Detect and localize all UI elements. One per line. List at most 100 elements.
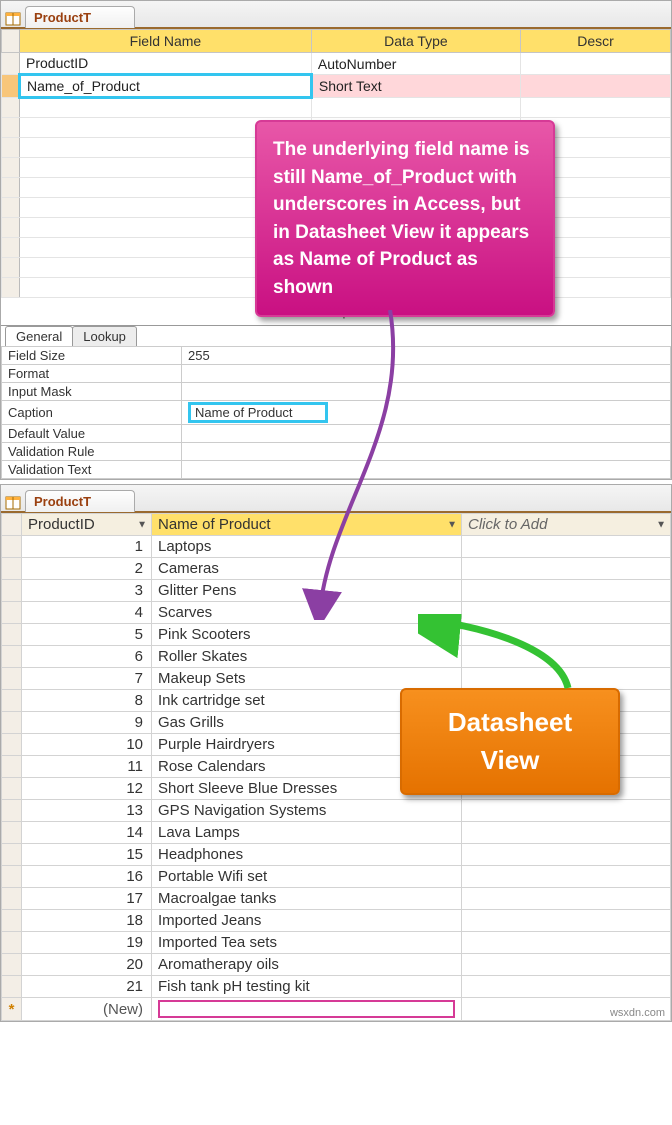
- datasheet-row-selector[interactable]: [2, 778, 22, 800]
- dropdown-icon[interactable]: ▼: [137, 519, 147, 530]
- design-data-type-cell[interactable]: AutoNumber: [311, 53, 520, 75]
- datasheet-id-cell[interactable]: 1: [22, 536, 152, 558]
- col-field-name[interactable]: Field Name: [20, 30, 312, 53]
- datasheet-id-cell[interactable]: 3: [22, 580, 152, 602]
- datasheet-name-cell[interactable]: Pink Scooters: [152, 624, 462, 646]
- datasheet-name-cell[interactable]: Roller Skates: [152, 646, 462, 668]
- design-empty-cell[interactable]: [311, 98, 520, 118]
- datasheet-empty-cell[interactable]: [462, 866, 671, 888]
- prop-value[interactable]: [182, 425, 671, 443]
- datasheet-empty-cell[interactable]: [462, 602, 671, 624]
- datasheet-row-selector[interactable]: [2, 866, 22, 888]
- datasheet-empty-cell[interactable]: [462, 580, 671, 602]
- col-productid[interactable]: ProductID ▼: [22, 514, 152, 536]
- design-row-selector[interactable]: [2, 138, 20, 158]
- new-row-id[interactable]: (New): [22, 998, 152, 1021]
- datasheet-empty-cell[interactable]: [462, 800, 671, 822]
- datasheet-id-cell[interactable]: 15: [22, 844, 152, 866]
- datasheet-row-selector[interactable]: [2, 734, 22, 756]
- dropdown-icon[interactable]: ▼: [656, 519, 666, 530]
- datasheet-empty-cell[interactable]: [462, 976, 671, 998]
- datasheet-id-cell[interactable]: 18: [22, 910, 152, 932]
- design-desc-cell[interactable]: [521, 53, 671, 75]
- datasheet-name-cell[interactable]: Imported Tea sets: [152, 932, 462, 954]
- datasheet-id-cell[interactable]: 13: [22, 800, 152, 822]
- datasheet-row-selector[interactable]: [2, 646, 22, 668]
- col-click-to-add[interactable]: Click to Add ▼: [462, 514, 671, 536]
- prop-value[interactable]: [182, 461, 671, 479]
- datasheet-id-cell[interactable]: 7: [22, 668, 152, 690]
- props-grid[interactable]: Field Size255FormatInput MaskCaptionName…: [1, 346, 671, 479]
- datasheet-id-cell[interactable]: 8: [22, 690, 152, 712]
- design-row-selector[interactable]: [2, 278, 20, 298]
- datasheet-row-selector[interactable]: [2, 536, 22, 558]
- datasheet-id-cell[interactable]: 2: [22, 558, 152, 580]
- datasheet-empty-cell[interactable]: [462, 646, 671, 668]
- new-row-name[interactable]: [152, 998, 462, 1021]
- datasheet-name-cell[interactable]: Cameras: [152, 558, 462, 580]
- tab-productt[interactable]: ProductT: [25, 6, 135, 28]
- dropdown-icon[interactable]: ▼: [447, 519, 457, 530]
- datasheet-id-cell[interactable]: 11: [22, 756, 152, 778]
- datasheet-empty-cell[interactable]: [462, 624, 671, 646]
- datasheet-empty-cell[interactable]: [462, 932, 671, 954]
- datasheet-row-selector[interactable]: [2, 756, 22, 778]
- datasheet-row-selector[interactable]: [2, 822, 22, 844]
- datasheet-row-selector[interactable]: [2, 712, 22, 734]
- datasheet-name-cell[interactable]: Portable Wifi set: [152, 866, 462, 888]
- datasheet-name-cell[interactable]: Imported Jeans: [152, 910, 462, 932]
- datasheet-name-cell[interactable]: Headphones: [152, 844, 462, 866]
- datasheet-row-selector[interactable]: [2, 690, 22, 712]
- datasheet-row-selector[interactable]: [2, 976, 22, 998]
- prop-value[interactable]: [182, 365, 671, 383]
- datasheet-id-cell[interactable]: 4: [22, 602, 152, 624]
- datasheet-id-cell[interactable]: 20: [22, 954, 152, 976]
- design-row-selector[interactable]: [2, 258, 20, 278]
- tab-productt-datasheet[interactable]: ProductT: [25, 490, 135, 512]
- design-row-selector[interactable]: [2, 98, 20, 118]
- datasheet-empty-cell[interactable]: [462, 668, 671, 690]
- datasheet-row-selector[interactable]: [2, 954, 22, 976]
- datasheet-name-cell[interactable]: Aromatherapy oils: [152, 954, 462, 976]
- datasheet-row-selector[interactable]: [2, 800, 22, 822]
- design-data-type-cell[interactable]: Short Text: [311, 75, 520, 98]
- datasheet-empty-cell[interactable]: [462, 536, 671, 558]
- col-data-type[interactable]: Data Type: [311, 30, 520, 53]
- datasheet-id-cell[interactable]: 19: [22, 932, 152, 954]
- design-row-selector[interactable]: [2, 178, 20, 198]
- design-row-selector[interactable]: [2, 158, 20, 178]
- datasheet-empty-cell[interactable]: [462, 844, 671, 866]
- design-row-selector[interactable]: [2, 75, 20, 98]
- datasheet-name-cell[interactable]: Lava Lamps: [152, 822, 462, 844]
- datasheet-id-cell[interactable]: 16: [22, 866, 152, 888]
- datasheet-name-cell[interactable]: Glitter Pens: [152, 580, 462, 602]
- datasheet-empty-cell[interactable]: [462, 954, 671, 976]
- datasheet-name-cell[interactable]: GPS Navigation Systems: [152, 800, 462, 822]
- props-tab-lookup[interactable]: Lookup: [72, 326, 137, 346]
- datasheet-row-selector[interactable]: [2, 910, 22, 932]
- datasheet-name-cell[interactable]: Scarves: [152, 602, 462, 624]
- datasheet-name-cell[interactable]: Macroalgae tanks: [152, 888, 462, 910]
- datasheet-empty-cell[interactable]: [462, 822, 671, 844]
- datasheet-empty-cell[interactable]: [462, 558, 671, 580]
- datasheet-row-selector[interactable]: [2, 932, 22, 954]
- datasheet-id-cell[interactable]: 17: [22, 888, 152, 910]
- datasheet-id-cell[interactable]: 10: [22, 734, 152, 756]
- caption-value-highlight[interactable]: Name of Product: [188, 402, 328, 423]
- datasheet-row-selector[interactable]: [2, 558, 22, 580]
- datasheet-row-selector[interactable]: [2, 668, 22, 690]
- design-row-selector[interactable]: [2, 118, 20, 138]
- datasheet-id-cell[interactable]: 6: [22, 646, 152, 668]
- datasheet-id-cell[interactable]: 14: [22, 822, 152, 844]
- design-row-selector[interactable]: [2, 238, 20, 258]
- datasheet-row-selector[interactable]: [2, 888, 22, 910]
- design-desc-cell[interactable]: [521, 75, 671, 98]
- datasheet-empty-cell[interactable]: [462, 910, 671, 932]
- design-empty-cell[interactable]: [521, 98, 671, 118]
- prop-value[interactable]: Name of Product: [182, 401, 671, 425]
- datasheet-id-cell[interactable]: 5: [22, 624, 152, 646]
- datasheet-id-cell[interactable]: 12: [22, 778, 152, 800]
- new-row-marker[interactable]: *: [2, 998, 22, 1021]
- datasheet-id-cell[interactable]: 21: [22, 976, 152, 998]
- datasheet-row-selector[interactable]: [2, 624, 22, 646]
